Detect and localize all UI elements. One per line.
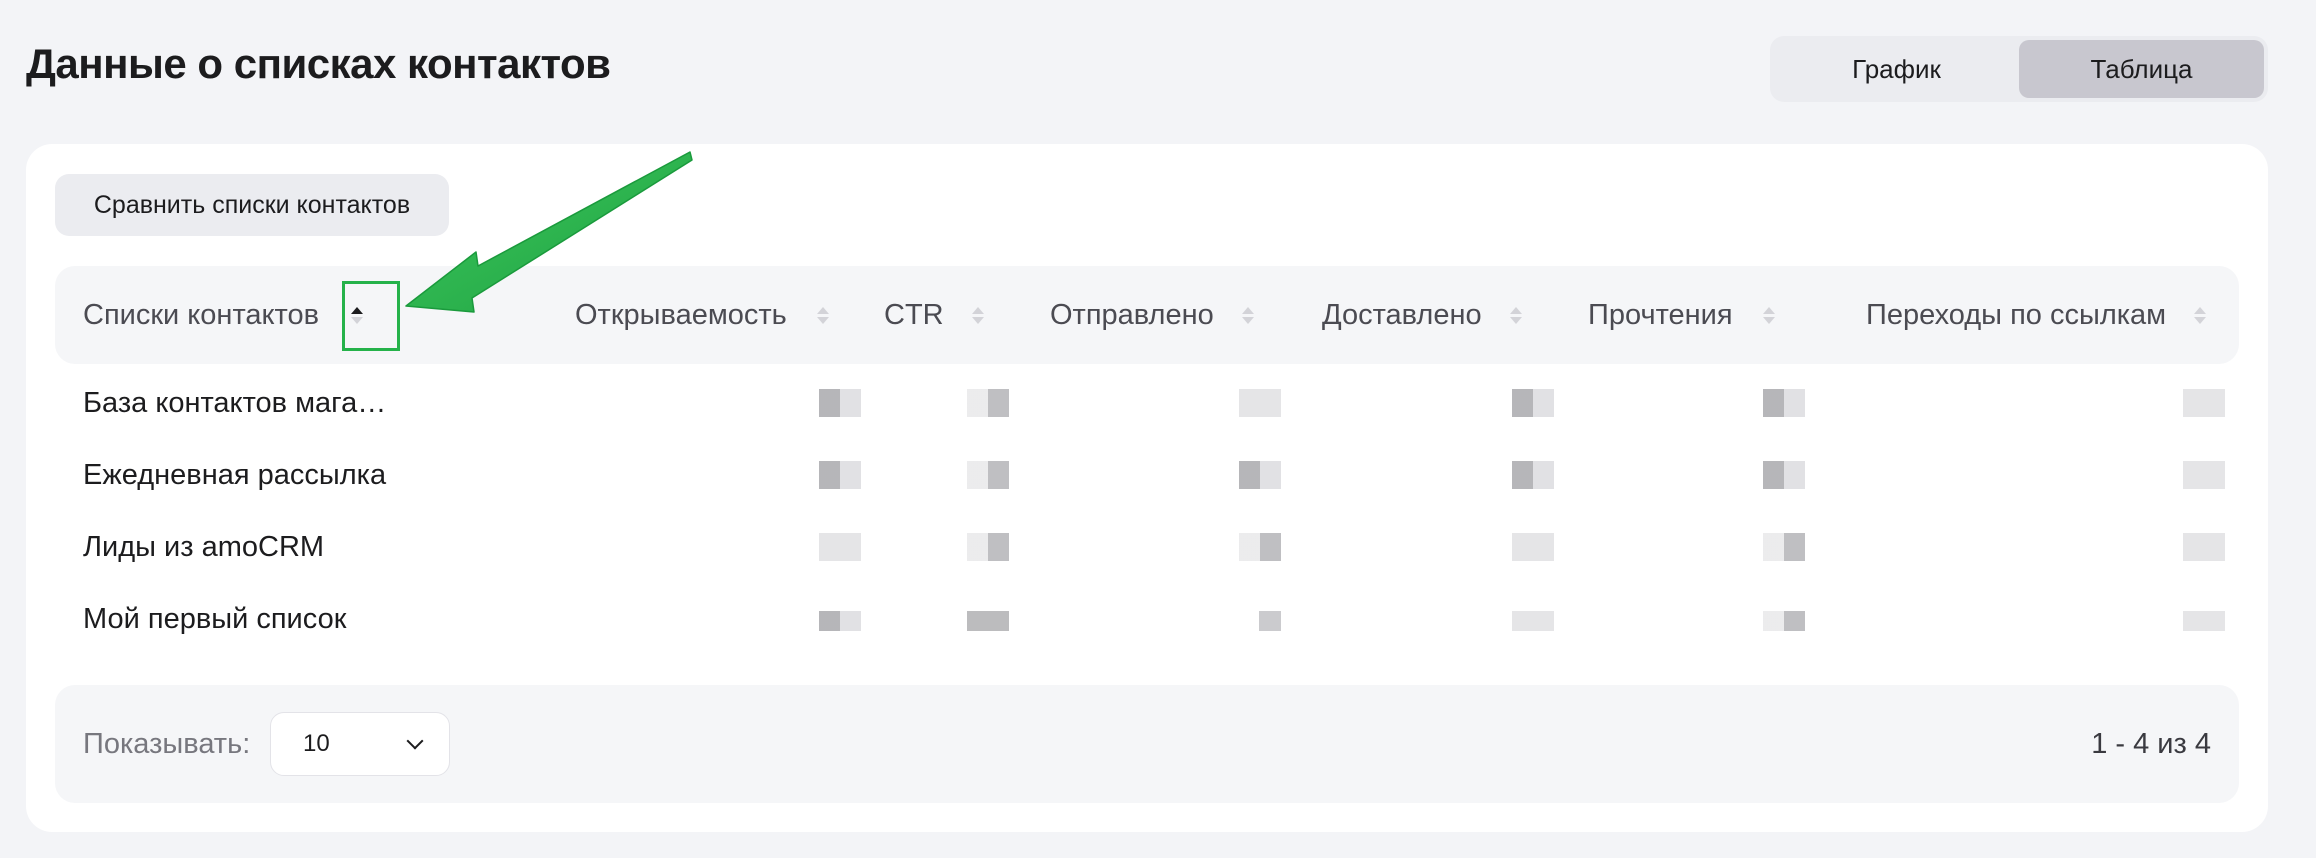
sort-arrows-icon[interactable] bbox=[2194, 306, 2207, 324]
blurred-value bbox=[819, 533, 861, 561]
row-list-name[interactable]: Ежедневная рассылка bbox=[83, 439, 386, 511]
blurred-value bbox=[1512, 611, 1554, 631]
column-header-label: Списки контактов bbox=[83, 298, 320, 331]
table-row[interactable]: Мой первый список bbox=[55, 583, 2239, 655]
column-header-label: Открываемость bbox=[575, 298, 787, 331]
blurred-value bbox=[819, 389, 861, 417]
page: Данные о списках контактов График Таблиц… bbox=[0, 0, 2316, 858]
blurred-value bbox=[2183, 533, 2225, 561]
compare-lists-button[interactable]: Сравнить списки контактов bbox=[55, 174, 449, 236]
blurred-value bbox=[1763, 461, 1805, 489]
column-header-label: CTR bbox=[884, 298, 944, 331]
blurred-value bbox=[1763, 611, 1805, 631]
blurred-value bbox=[1512, 533, 1554, 561]
blurred-value bbox=[967, 533, 1009, 561]
blurred-value bbox=[967, 461, 1009, 489]
table-header: Списки контактов Открываемость CTR Отпра… bbox=[55, 266, 2239, 364]
table-footer: Показывать: 10 1 - 4 из 4 bbox=[55, 685, 2239, 803]
blurred-value bbox=[2183, 389, 2225, 417]
column-header-label: Доставлено bbox=[1322, 298, 1482, 331]
column-header-open-rate[interactable]: Открываемость bbox=[575, 266, 829, 364]
blurred-value bbox=[1239, 533, 1281, 561]
column-header-label: Прочтения bbox=[1588, 298, 1733, 331]
sort-arrows-icon[interactable] bbox=[1762, 306, 1775, 324]
page-size-label: Показывать: bbox=[83, 727, 251, 760]
column-header-label: Отправлено bbox=[1050, 298, 1214, 331]
column-header-clicks[interactable]: Переходы по ссылкам bbox=[1866, 266, 2207, 364]
column-header-ctr[interactable]: CTR bbox=[884, 266, 984, 364]
contacts-table-card: Сравнить списки контактов Списки контакт… bbox=[26, 144, 2268, 832]
blurred-value bbox=[1259, 611, 1281, 631]
table-row[interactable]: Ежедневная рассылка bbox=[55, 439, 2239, 511]
blurred-value bbox=[1512, 461, 1554, 489]
blurred-value bbox=[967, 611, 1009, 631]
blurred-value bbox=[2183, 611, 2225, 631]
sort-arrows-icon[interactable] bbox=[1241, 306, 1254, 324]
blurred-value bbox=[1512, 389, 1554, 417]
column-header-reads[interactable]: Прочтения bbox=[1588, 266, 1775, 364]
blurred-value bbox=[2183, 461, 2225, 489]
row-list-name[interactable]: Лиды из amoCRM bbox=[83, 511, 324, 583]
column-header-label: Переходы по ссылкам bbox=[1866, 298, 2167, 331]
table-row[interactable]: Лиды из amoCRM bbox=[55, 511, 2239, 583]
table-view-button[interactable]: Таблица bbox=[2019, 40, 2264, 98]
blurred-value bbox=[1763, 389, 1805, 417]
page-size-select[interactable]: 10 bbox=[270, 712, 450, 776]
blurred-value bbox=[1763, 533, 1805, 561]
view-toggle: График Таблица bbox=[1770, 36, 2268, 102]
chevron-down-icon bbox=[406, 732, 424, 750]
sort-arrows-icon[interactable] bbox=[351, 306, 364, 324]
pagination-range: 1 - 4 из 4 bbox=[2091, 727, 2211, 760]
page-title: Данные о списках контактов bbox=[26, 40, 611, 87]
blurred-value bbox=[1239, 461, 1281, 489]
column-header-sent[interactable]: Отправлено bbox=[1050, 266, 1254, 364]
row-list-name[interactable]: База контактов мага… bbox=[83, 367, 386, 439]
table-row[interactable]: База контактов мага… bbox=[55, 367, 2239, 439]
chart-view-button[interactable]: График bbox=[1774, 40, 2019, 98]
column-header-lists[interactable]: Списки контактов bbox=[83, 266, 364, 364]
page-size-value: 10 bbox=[303, 730, 330, 757]
blurred-value bbox=[819, 611, 861, 631]
sort-arrows-icon[interactable] bbox=[1509, 306, 1522, 324]
blurred-value bbox=[1239, 389, 1281, 417]
sort-arrows-icon[interactable] bbox=[816, 306, 829, 324]
blurred-value bbox=[967, 389, 1009, 417]
column-header-delivered[interactable]: Доставлено bbox=[1322, 266, 1522, 364]
sort-arrows-icon[interactable] bbox=[971, 306, 984, 324]
blurred-value bbox=[819, 461, 861, 489]
row-list-name[interactable]: Мой первый список bbox=[83, 583, 346, 655]
